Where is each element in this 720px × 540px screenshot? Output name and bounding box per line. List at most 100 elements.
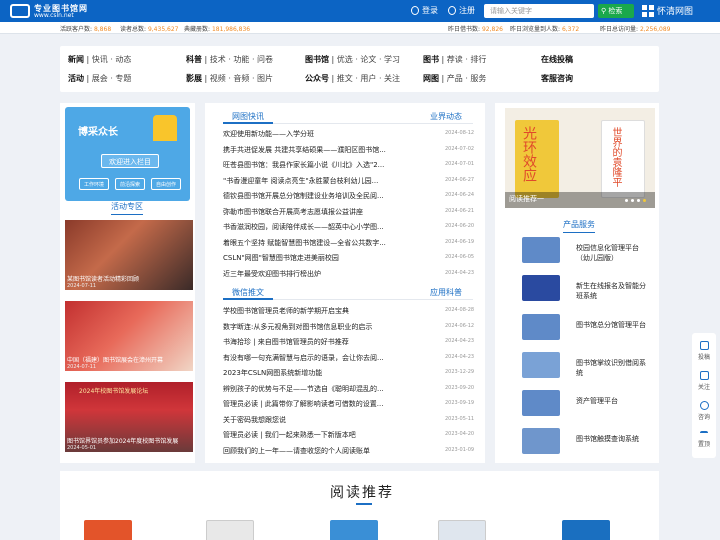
- news-item[interactable]: 学校图书馆管理员老师的新学期开启宝典 2024-08-28: [223, 306, 474, 318]
- news-date: 2024-04-23: [445, 353, 475, 360]
- tag-create[interactable]: 自由创作: [151, 178, 181, 190]
- news-date: 2024-07-01: [445, 161, 475, 167]
- search-input[interactable]: 请输入关键字: [484, 4, 594, 18]
- tab-applied-science[interactable]: 应用科普: [430, 287, 462, 298]
- follow-tool[interactable]: 关注: [692, 371, 716, 391]
- news-date: 2024-07-02: [445, 145, 475, 152]
- photo-date: 2024-07-11: [67, 283, 97, 289]
- news-item[interactable]: 2023年CSLN网图系统新增功能 2023-12-29: [223, 368, 475, 380]
- tab-quick-news[interactable]: 网图快讯: [232, 111, 264, 122]
- rec-book-4[interactable]: [438, 520, 486, 540]
- nav-submit[interactable]: 在线投稿: [541, 54, 573, 65]
- stat-active-clients: 活跃客户数: 8,868: [60, 26, 112, 33]
- category-nav: 新闻 | 快讯 · 动态 科普 | 技术 · 功能 · 问卷 图书馆 | 优选 …: [60, 46, 659, 92]
- palm-icon: [522, 352, 560, 378]
- product-branch-library-platform[interactable]: 图书馆总分馆管理平台: [522, 314, 652, 340]
- login-link[interactable]: 登录: [422, 5, 438, 16]
- enter-column-button[interactable]: 欢迎进入栏目: [101, 154, 159, 168]
- nav-support[interactable]: 客服咨询: [541, 73, 573, 84]
- nav-library[interactable]: 图书馆 | 优选 · 论文 · 学习: [305, 54, 400, 65]
- news-item[interactable]: 管理员必读 | 我们一起来熟悉一下新版本吧 2023-04-20: [223, 430, 474, 442]
- news-title: 管理员必读 | 我们一起来熟悉一下新版本吧: [223, 431, 356, 439]
- news-title: "书香漫迎童年 阅读点亮生"永胜蒙台枝利幼儿园...: [223, 176, 379, 185]
- user-icon: [411, 6, 419, 15]
- nav-netlib[interactable]: 网图 | 产品 · 服务: [423, 73, 486, 84]
- news-item[interactable]: 携手共进促发展 共建共享结硕果——濮阳区图书馆... 2024-07-02: [223, 145, 475, 157]
- news-item[interactable]: 近三年最受欢迎图书排行榜出炉 2024-04-23: [223, 269, 475, 281]
- nav-news[interactable]: 新闻 | 快讯 · 动态: [68, 54, 131, 65]
- tag-work[interactable]: 工作环境: [79, 178, 109, 190]
- rec-book-3[interactable]: [330, 520, 378, 540]
- column-banner[interactable]: 博采众长 欢迎进入栏目 工作环境 前沿探索 自由创作: [65, 107, 190, 201]
- product-kindergarten-platform[interactable]: 校园信息化管理平台（幼儿园版）: [522, 237, 652, 263]
- news-item[interactable]: 回顾我们的上一年——请查收您的个人阅读账单 2023-01-09: [223, 446, 474, 458]
- activity-photo-1[interactable]: 某图书馆读者活动精彩回顾 2024-07-11: [65, 220, 193, 290]
- news-date: 2023-12-29: [445, 369, 475, 375]
- news-item[interactable]: 有没有哪一句充满智慧与启示的语录，会让你去阅... 2024-04-23: [223, 353, 475, 365]
- library-link[interactable]: 怀清网图: [657, 4, 693, 17]
- product-enrollment-system[interactable]: 新生在线报名及智能分班系统: [522, 275, 652, 301]
- news-item[interactable]: 书海拾珍 | 来自图书馆管理员的好书推荐 2024-04-23: [223, 337, 474, 349]
- back-to-top-tool[interactable]: 置顶: [692, 431, 716, 448]
- rec-book-5[interactable]: [562, 520, 610, 540]
- tag-explore[interactable]: 前沿探索: [115, 178, 145, 190]
- news-date: 2024-08-12: [445, 130, 475, 136]
- news-title: 辨别孩子的优势与不足——节选自《聪明却混乱的...: [223, 384, 384, 393]
- news-date: 2024-06-19: [445, 238, 475, 245]
- nav-activity[interactable]: 活动 | 展会 · 专题: [68, 73, 131, 84]
- news-date: 2024-06-21: [445, 207, 475, 214]
- product-asset-management[interactable]: 资产管理平台: [522, 390, 652, 416]
- news-title: 2023年CSLN网图系统新增功能: [223, 369, 323, 377]
- news-item[interactable]: 旺苍县图书馆：我县作家长篇小说《川北》入选"2... 2024-07-01: [223, 160, 475, 172]
- news-item[interactable]: 管理员必读 | 此篇带你了解影响读者可借数的设置... 2023-09-19: [223, 399, 474, 411]
- news-item[interactable]: 关于密码我想跟您说 2023-05-11: [223, 415, 474, 427]
- carousel-dots[interactable]: [625, 199, 649, 202]
- search-icon: ⚲: [601, 7, 607, 15]
- stats-bar: 活跃客户数: 8,868 读者总数: 9,435,627 典藏册数: 181,9…: [0, 22, 720, 34]
- news-item[interactable]: 欢迎使用新功能——入学分班 2024-08-12: [223, 129, 475, 141]
- news-item[interactable]: 着眼五个坚持 赋能智慧图书馆建设—全省公共数字... 2024-06-19: [223, 238, 475, 250]
- news-title: 近三年最受欢迎图书排行榜出炉: [223, 269, 321, 278]
- stat-collection: 典藏册数: 181,986,836: [184, 26, 251, 33]
- nav-media[interactable]: 影展 | 视频 · 音频 · 图片: [186, 73, 273, 84]
- news-title: 弥勒市图书馆联合开展高考志愿填报公益讲座: [223, 207, 363, 216]
- news-item[interactable]: CSLN"网图"智慧图书馆走进美丽校园 2024-06-05: [223, 253, 474, 265]
- news-item[interactable]: 弥勒市图书馆联合开展高考志愿填报公益讲座 2024-06-21: [223, 207, 475, 219]
- rec-book-1[interactable]: [84, 520, 132, 540]
- register-link[interactable]: 注册: [459, 5, 475, 16]
- site-logo[interactable]: 专业图书馆网 www.csln.net: [4, 3, 124, 20]
- nav-wechat[interactable]: 公众号 | 推文 · 用户 · 关注: [305, 73, 400, 84]
- news-item[interactable]: 数字断连:从多元视角到对图书馆信息职业的启示 2024-06-12: [223, 322, 475, 334]
- news-title: 有没有哪一句充满智慧与启示的语录，会让你去阅...: [223, 353, 384, 362]
- news-item[interactable]: 德钦县图书馆开展总分馆制建设业务培训及全民阅... 2024-06-24: [223, 191, 474, 203]
- news-title: CSLN"网图"智慧图书馆走进美丽校园: [223, 254, 339, 262]
- news-date: 2024-04-23: [445, 269, 475, 276]
- news-item[interactable]: 辨别孩子的优势与不足——节选自《聪明却混乱的... 2023-09-20: [223, 384, 474, 396]
- news-item[interactable]: 书香滋润校园，阅读陪伴成长——韶英中心小学图... 2024-06-20: [223, 222, 474, 234]
- top-bar: 专业图书馆网 www.csln.net 登录 注册 请输入关键字 ⚲ 检索 怀清…: [0, 0, 720, 22]
- news-date: 2024-06-27: [445, 176, 475, 183]
- submit-tool[interactable]: 投稿: [692, 341, 716, 361]
- edit-icon: [699, 341, 709, 350]
- grid-icon[interactable]: [642, 5, 654, 17]
- tab-wechat-posts[interactable]: 微信推文: [232, 287, 264, 298]
- product-touch-query[interactable]: 图书馆触摸查询系统: [522, 428, 652, 454]
- arrow-up-icon: [700, 431, 708, 437]
- rec-book-2[interactable]: [206, 520, 254, 540]
- book-recommend-hero[interactable]: 光环效应 世界的袁隆平 阅读推荐一: [505, 108, 655, 208]
- consult-tool[interactable]: 咨询: [692, 401, 716, 421]
- activity-photo-2[interactable]: 中国（福建）图书馆展会在漳州开幕 2024-07-11: [65, 301, 193, 371]
- nav-books[interactable]: 图书 | 荐读 · 排行: [423, 54, 486, 65]
- news-item[interactable]: "书香漫迎童年 阅读点亮生"永胜蒙台枝利幼儿园... 2024-06-27: [223, 176, 475, 188]
- photo-date: 2024-07-11: [67, 364, 97, 370]
- search-button[interactable]: ⚲ 检索: [598, 4, 634, 18]
- tab-industry-news[interactable]: 业界动态: [430, 111, 462, 122]
- news-title: 着眼五个坚持 赋能智慧图书馆建设—全省公共数字...: [223, 238, 386, 247]
- news-title: 旺苍县图书馆：我县作家长篇小说《川北》入选"2...: [223, 161, 385, 169]
- news-title: 数字断连:从多元视角到对图书馆信息职业的启示: [223, 322, 373, 331]
- product-palm-recognition[interactable]: 图书馆掌纹识别借阅系统: [522, 352, 652, 378]
- activity-photo-3[interactable]: 2024年校图书馆发展论坛 图书馆界馆员参加2024年度校图书馆发展 2024-…: [65, 382, 193, 452]
- nav-science[interactable]: 科普 | 技术 · 功能 · 问卷: [186, 54, 273, 65]
- news-date: 2024-06-12: [445, 322, 475, 329]
- news-title: 管理员必读 | 此篇带你了解影响读者可借数的设置...: [223, 400, 384, 408]
